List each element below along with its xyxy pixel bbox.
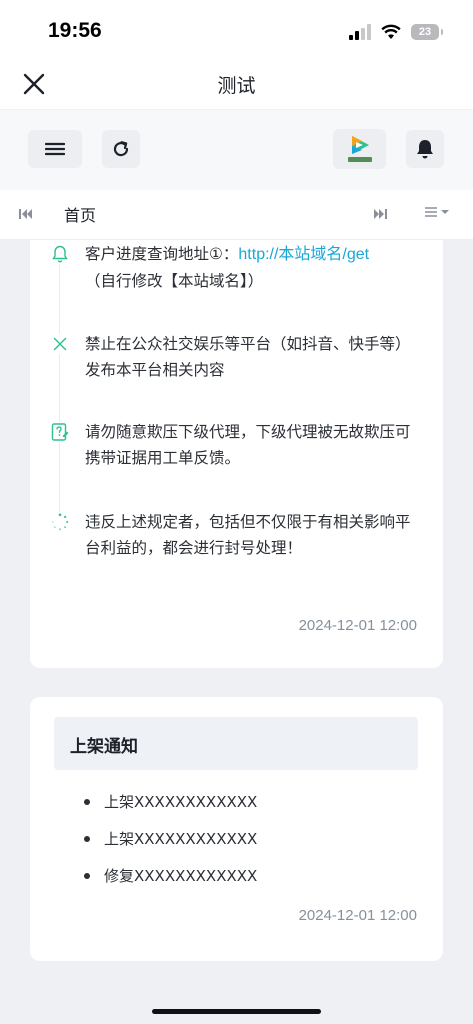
timeline-text: 请勿随意欺压下级代理，下级代理被无故欺压可携带证据用工单反馈。 [85,423,411,467]
shelf-card: 上架通知 上架XXXXXXXXXXXX 上架XXXXXXXXXXXX 修复XXX… [30,697,443,961]
first-tab-button[interactable] [18,206,34,225]
list-item: 上架XXXXXXXXXXXX [82,790,257,827]
nav-bar: 测试 [0,58,473,110]
hamburger-icon [45,142,65,156]
timeline-text: 违反上述规定者，包括但不仅限于有相关影响平台利益的，都会进行封号处理！ [85,513,411,557]
list-item: 上架XXXXXXXXXXXX [82,827,257,864]
x-icon [50,334,70,354]
caret-down-icon [441,210,449,214]
list-icon [425,207,437,217]
menu-button[interactable] [28,130,82,168]
tencent-video-button[interactable] [333,129,386,169]
signal-icon [349,24,371,40]
status-bar: 19:56 23 [0,0,473,58]
tab-list-button[interactable] [424,206,450,218]
edit-note-icon [50,422,70,442]
tab-bar: 首页 [0,190,473,240]
shelf-date: 2024-12-01 12:00 [298,907,417,924]
loading-icon [50,512,70,532]
query-address-note: （自行修改【本站域名】） [85,272,264,290]
notice-date: 2024-12-01 12:00 [298,617,417,634]
notice-card: 客户进度查询地址①：http://本站域名/get （自行修改【本站域名】） 禁止… [30,226,443,668]
tencent-video-icon [347,136,372,162]
timeline-text: 客户进度查询地址①：http://本站域名/get （自行修改【本站域名】） [85,241,423,294]
last-tab-button[interactable] [372,206,388,225]
wifi-icon [381,24,401,39]
list-item: 修复XXXXXXXXXXXX [82,864,257,901]
refresh-icon [113,141,129,157]
query-address-link[interactable]: http://本站域名/get [238,246,369,263]
timeline-text: 禁止在公众社交娱乐等平台（如抖音、快手等）发布本平台相关内容 [85,335,411,379]
shelf-title: 上架通知 [70,737,138,757]
battery-indicator: 23 [411,24,443,40]
status-icons: 23 [349,22,443,42]
refresh-button[interactable] [102,130,140,168]
toolbar [0,110,473,190]
query-address-label: 客户进度查询地址①： [85,245,239,263]
page-title: 测试 [217,75,256,97]
bell-icon [417,140,433,159]
bell-icon [50,244,70,264]
shelf-list: 上架XXXXXXXXXXXX 上架XXXXXXXXXXXX 修复XXXXXXXX… [82,790,257,901]
status-time: 19:56 [48,19,102,42]
skip-last-icon [374,209,387,219]
home-indicator [152,1009,321,1014]
timeline-line [59,256,60,526]
shelf-header: 上架通知 [54,717,418,770]
skip-first-icon [19,209,32,219]
tab-home[interactable]: 首页 [64,202,96,226]
notification-button[interactable] [406,130,444,168]
